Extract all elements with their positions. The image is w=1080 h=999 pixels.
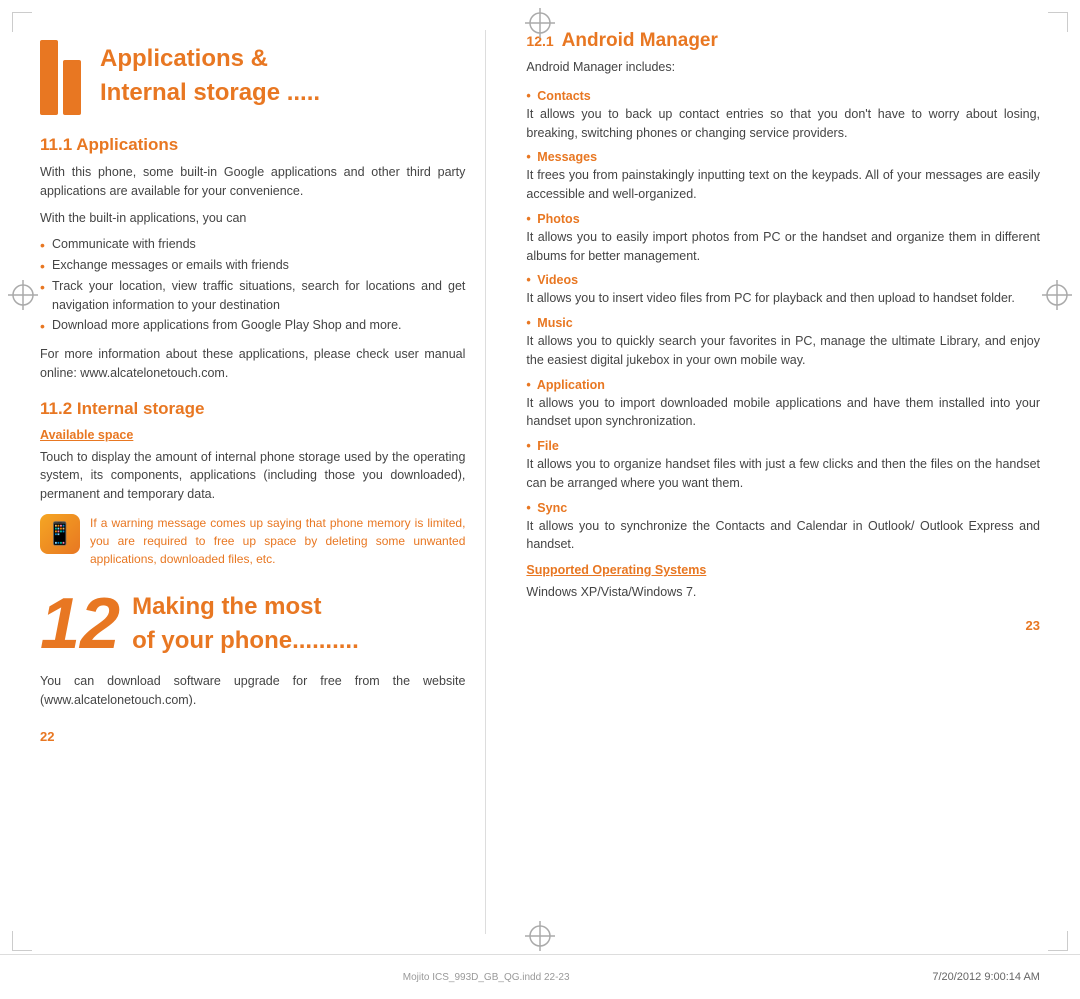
chapter12-title: Making the most of your phone.......... — [132, 588, 359, 656]
supported-os-section: Supported Operating Systems Windows XP/V… — [526, 562, 1040, 602]
section-11-2: 11.2 Internal storage Available space To… — [40, 399, 465, 568]
crosshair-bottom — [525, 921, 555, 951]
item-music-text: It allows you to quickly search your fav… — [526, 332, 1040, 370]
android-manager-items: • Contacts It allows you to back up cont… — [526, 89, 1040, 554]
chapter11-title: Applications & Internal storage ..... — [100, 40, 320, 108]
item-application: • Application It allows you to import do… — [526, 378, 1040, 432]
right-page-number: 23 — [1026, 618, 1040, 633]
chapter11-title-line2: Internal storage ..... — [100, 79, 320, 108]
right-column: 12.1 Android Manager Android Manager inc… — [516, 30, 1040, 934]
bullet-4: Download more applications from Google P… — [40, 316, 465, 335]
item-photos-label: • Photos — [526, 212, 1040, 226]
footer: Mojito ICS_993D_GB_QG.indd 22-23 7/20/20… — [0, 954, 1080, 999]
footer-right: 7/20/2012 9:00:14 AM — [932, 971, 1040, 983]
available-space-text: Touch to display the amount of internal … — [40, 448, 465, 504]
item-contacts-text: It allows you to back up contact entries… — [526, 105, 1040, 143]
chapter12-body: You can download software upgrade for fr… — [40, 672, 465, 710]
item-music-bullet: • — [526, 316, 530, 330]
item-application-label: • Application — [526, 378, 1040, 392]
item-messages-label: • Messages — [526, 150, 1040, 164]
section-12-1-title: Android Manager — [562, 30, 718, 52]
item-application-bullet: • — [526, 378, 530, 392]
content-area: Applications & Internal storage ..... 11… — [0, 0, 1080, 954]
section-11-1-heading: 11.1 Applications — [40, 135, 465, 155]
bar-short-1 — [63, 60, 81, 115]
section-12-1-intro: Android Manager includes: — [526, 58, 1040, 77]
section-11-1-outro: For more information about these applica… — [40, 345, 465, 383]
bar-tall-1 — [40, 40, 58, 115]
section-11-1-bullets: Communicate with friends Exchange messag… — [40, 235, 465, 335]
bullet-2: Exchange messages or emails with friends — [40, 256, 465, 275]
item-videos-text: It allows you to insert video files from… — [526, 289, 1040, 308]
chapter11-number-bars — [40, 40, 100, 115]
left-column: Applications & Internal storage ..... 11… — [40, 30, 486, 934]
corner-br — [1048, 931, 1068, 951]
item-messages-text: It frees you from painstakingly inputtin… — [526, 166, 1040, 204]
item-music-label: • Music — [526, 316, 1040, 330]
left-page-number: 22 — [40, 729, 54, 744]
left-page-number-container: 22 — [40, 729, 465, 744]
section-11-1: 11.1 Applications With this phone, some … — [40, 135, 465, 383]
crosshair-top — [525, 8, 555, 38]
right-page-number-container: 23 — [526, 618, 1040, 633]
chapter12-heading: 12 Making the most of your phone........… — [40, 588, 465, 660]
section-12-1-header: 12.1 Android Manager — [526, 30, 1040, 56]
warning-icon-symbol: 📱 — [46, 521, 73, 547]
item-file: • File It allows you to organize handset… — [526, 439, 1040, 493]
chapter12-title-line2: of your phone.......... — [132, 627, 359, 656]
section-11-2-heading: 11.2 Internal storage — [40, 399, 465, 419]
section-11-1-intro1: With this phone, some built-in Google ap… — [40, 163, 465, 201]
warning-icon: 📱 — [40, 514, 80, 554]
item-file-label: • File — [526, 439, 1040, 453]
chapter11-title-line1: Applications & — [100, 45, 320, 74]
corner-bl — [12, 931, 32, 951]
item-sync: • Sync It allows you to synchronize the … — [526, 501, 1040, 555]
item-photos-text: It allows you to easily import photos fr… — [526, 228, 1040, 266]
chapter12-title-line1: Making the most — [132, 593, 359, 622]
item-application-text: It allows you to import downloaded mobil… — [526, 394, 1040, 432]
item-sync-text: It allows you to synchronize the Contact… — [526, 517, 1040, 555]
item-music: • Music It allows you to quickly search … — [526, 316, 1040, 370]
warning-box: 📱 If a warning message comes up saying t… — [40, 514, 465, 568]
supported-os-text: Windows XP/Vista/Windows 7. — [526, 583, 1040, 602]
bullet-1: Communicate with friends — [40, 235, 465, 254]
item-contacts: • Contacts It allows you to back up cont… — [526, 89, 1040, 143]
section-12-1: 12.1 Android Manager Android Manager inc… — [526, 30, 1040, 77]
section-11-1-intro2: With the built-in applications, you can — [40, 209, 465, 228]
item-contacts-bullet: • — [526, 89, 530, 103]
chapter12-number-container: 12 — [40, 588, 132, 660]
corner-tl — [12, 12, 32, 32]
footer-center: Mojito ICS_993D_GB_QG.indd 22-23 — [403, 972, 570, 983]
item-messages-bullet: • — [526, 150, 530, 164]
item-file-text: It allows you to organize handset files … — [526, 455, 1040, 493]
item-photos: • Photos It allows you to easily import … — [526, 212, 1040, 266]
warning-text: If a warning message comes up saying tha… — [90, 514, 465, 568]
item-sync-label: • Sync — [526, 501, 1040, 515]
item-videos-label: • Videos — [526, 273, 1040, 287]
page-container: Applications & Internal storage ..... 11… — [0, 0, 1080, 999]
item-photos-bullet: • — [526, 212, 530, 226]
item-file-bullet: • — [526, 439, 530, 453]
corner-tr — [1048, 12, 1068, 32]
chapter11-heading: Applications & Internal storage ..... — [40, 40, 465, 115]
item-contacts-label: • Contacts — [526, 89, 1040, 103]
crosshair-left — [8, 280, 38, 310]
item-videos-bullet: • — [526, 273, 530, 287]
crosshair-right — [1042, 280, 1072, 310]
item-messages: • Messages It frees you from painstaking… — [526, 150, 1040, 204]
bullet-3: Track your location, view traffic situat… — [40, 277, 465, 315]
chapter12-number: 12 — [40, 584, 120, 664]
supported-os-label: Supported Operating Systems — [526, 563, 706, 577]
available-space-label: Available space — [40, 428, 133, 442]
item-videos: • Videos It allows you to insert video f… — [526, 273, 1040, 308]
item-sync-bullet: • — [526, 501, 530, 515]
